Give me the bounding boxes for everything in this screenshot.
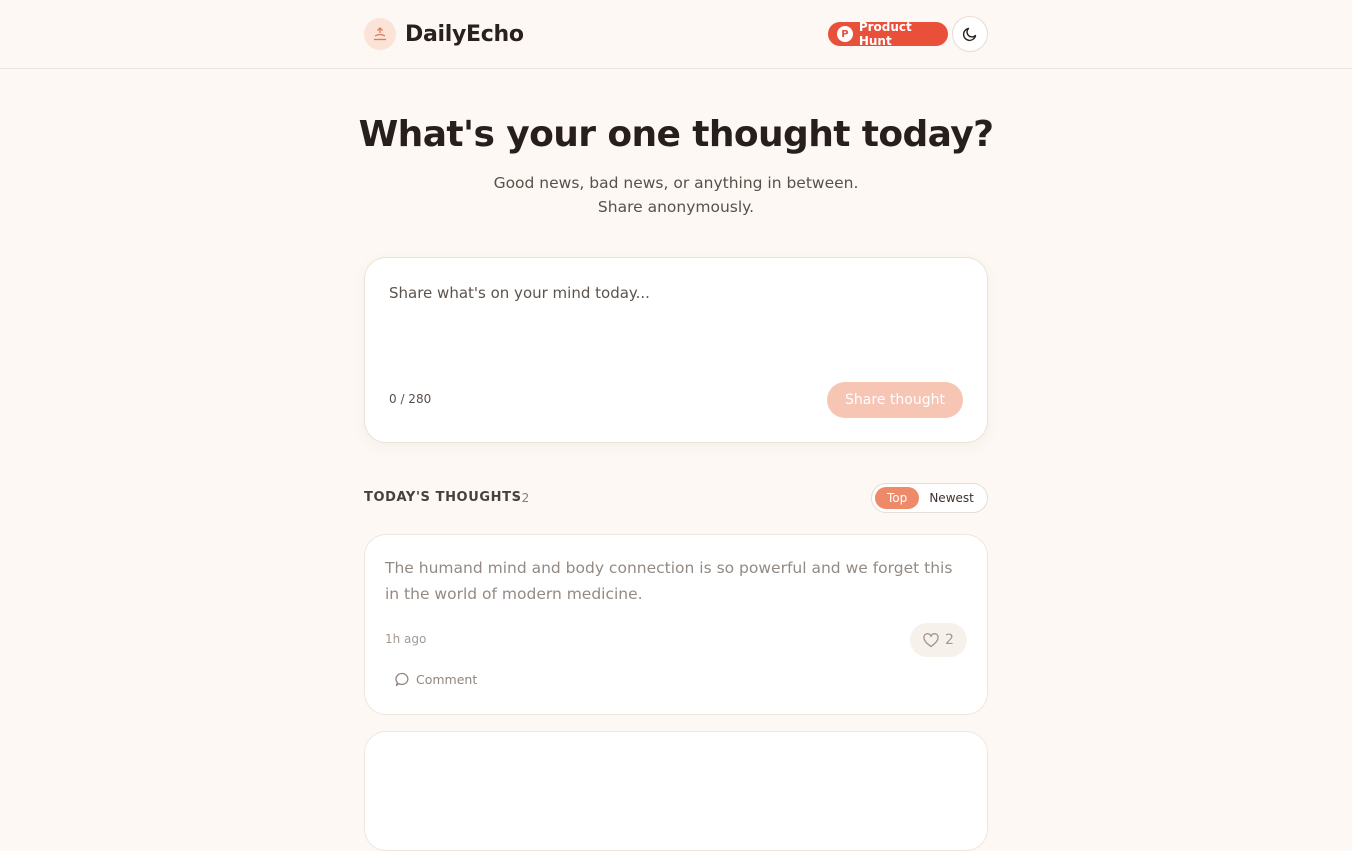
comment-label: Comment [416,672,478,687]
thought-composer: 0 / 280 Share thought [364,257,988,443]
product-hunt-label: Product Hunt [858,20,912,48]
page-subtitle: Good news, bad news, or anything in betw… [0,171,1352,219]
subtitle-line-1: Good news, bad news, or anything in betw… [493,174,859,192]
moon-icon [962,27,977,42]
comment-button[interactable]: Comment [395,672,477,687]
brand-name: DailyEcho [405,21,524,47]
top-bar: DailyEcho P Product Hunt [0,0,1352,69]
thought-card [364,731,988,851]
sort-toggle: Top Newest [871,483,988,513]
like-button[interactable]: 2 [910,623,967,657]
thought-timestamp: 1h ago [385,632,427,646]
subtitle-line-2: Share anonymously. [597,198,755,216]
share-thought-button[interactable]: Share thought [827,382,963,418]
thought-input[interactable] [389,284,965,364]
heart-icon [923,632,939,647]
like-count: 2 [945,632,954,648]
theme-toggle-button[interactable] [952,16,988,52]
comment-icon [395,672,409,687]
brand[interactable]: DailyEcho [364,18,524,50]
sort-newest-button[interactable]: Newest [919,487,984,509]
thought-text: The humand mind and body connection is s… [385,559,953,603]
feed-header: TODAY'S THOUGHTS · 2 Top Newest [364,482,988,514]
thought-card: The humand mind and body connection is s… [364,534,988,715]
character-counter: 0 / 280 [389,392,432,406]
product-hunt-icon: P [837,26,853,42]
feed-title: TODAY'S THOUGHTS [364,490,522,505]
product-hunt-badge[interactable]: P Product Hunt [828,20,948,48]
echo-logo-icon [364,18,396,50]
thought-count: · 2 [514,491,530,505]
sort-top-button[interactable]: Top [875,487,920,509]
page-title: What's your one thought today? [358,114,994,155]
